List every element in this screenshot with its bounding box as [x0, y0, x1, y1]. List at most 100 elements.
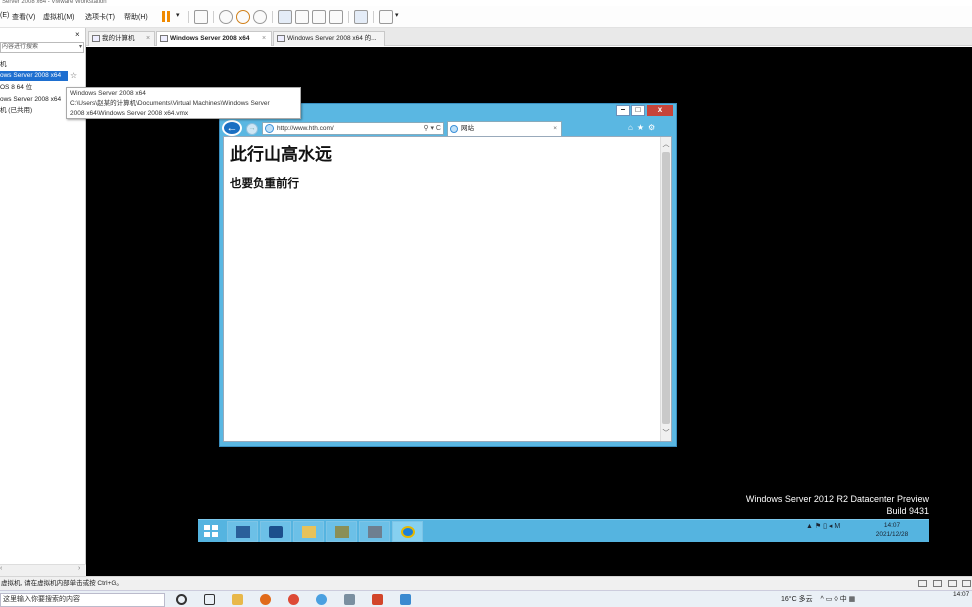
explorer-button[interactable]	[293, 521, 324, 542]
tab-bar: 我的计算机 × Windows Server 2008 x64 × Window…	[0, 28, 972, 46]
tray-icons[interactable]: ^ ▭ ◊ 中 ▦	[821, 596, 856, 603]
weather-text[interactable]: 16°C 多云	[781, 596, 813, 603]
chevron-up-icon[interactable]: ︿	[661, 139, 671, 150]
chevron-right-icon[interactable]: ›	[78, 565, 80, 572]
send-keys-icon[interactable]	[194, 10, 208, 24]
folder-icon	[302, 526, 316, 538]
address-controls[interactable]: ⚲ ▾ C	[423, 123, 441, 134]
unity-icon[interactable]	[329, 10, 343, 24]
close-icon[interactable]: ×	[553, 122, 557, 136]
close-icon[interactable]: ×	[262, 32, 266, 45]
guest-clock[interactable]: 14:07 2021/12/28	[871, 521, 913, 539]
task-view-icon[interactable]	[204, 594, 215, 605]
close-button[interactable]: x	[647, 105, 673, 116]
powershell-button[interactable]	[260, 521, 291, 542]
ie-toolbar-icons[interactable]: ⌂★⚙	[628, 123, 659, 132]
app-icon	[368, 526, 382, 538]
page-scrollbar[interactable]: ︿ ﹀	[660, 137, 671, 441]
library-scrollbar[interactable]: ‹ ›	[0, 564, 86, 576]
host-clock[interactable]: 14:07	[953, 591, 969, 599]
maximize-button[interactable]: □	[631, 105, 645, 116]
device-icon[interactable]	[948, 580, 957, 587]
search-app-icon[interactable]	[260, 594, 271, 605]
thumbnail-icon[interactable]	[295, 10, 309, 24]
ie-icon	[450, 125, 458, 133]
console-view-icon[interactable]	[354, 10, 368, 24]
computer-icon	[92, 35, 100, 42]
chevron-down-icon[interactable]: ﹀	[661, 428, 671, 439]
stretch-icon[interactable]	[379, 10, 393, 24]
ie-tab[interactable]: 网站 ×	[447, 121, 562, 136]
menu-bar: (E) 查看(V) 虚拟机(M) 选项卡(T) 帮助(H) ▾ ▾	[0, 6, 972, 28]
tab-windows-server-clone[interactable]: Windows Server 2008 x64 的...	[273, 31, 385, 46]
powerpoint-icon[interactable]	[372, 594, 383, 605]
menu-help[interactable]: 帮助(H)	[124, 12, 148, 22]
vm-icon	[277, 35, 285, 42]
guest-tray[interactable]: ▲ ⚑ ▯ ◂ M	[806, 522, 840, 530]
revert-snapshot-icon[interactable]	[236, 10, 250, 24]
tab-windows-server[interactable]: Windows Server 2008 x64 ×	[156, 31, 272, 46]
vmware-icon[interactable]	[344, 594, 355, 605]
scroll-thumb[interactable]	[662, 152, 670, 424]
chevron-down-icon[interactable]: ▾	[395, 11, 399, 19]
search-placeholder: 内容进行搜索	[2, 44, 39, 50]
snapshot-manager-icon[interactable]	[253, 10, 267, 24]
menu-edit[interactable]: (E)	[0, 12, 9, 19]
ie-taskbar-button[interactable]	[392, 521, 423, 542]
browser-icon[interactable]	[316, 594, 327, 605]
pause-icon[interactable]	[162, 11, 165, 22]
back-button[interactable]: ←	[222, 120, 242, 136]
app-icon[interactable]	[400, 594, 411, 605]
minimize-button[interactable]: –	[616, 105, 630, 116]
windows-watermark: Windows Server 2012 R2 Datacenter Previe…	[679, 493, 929, 517]
close-icon[interactable]: ×	[146, 32, 150, 45]
tooltip-path: C:\Users\赵某的计算机\Documents\Virtual Machin…	[70, 100, 270, 107]
toolbar-divider	[213, 11, 214, 23]
library-search-input[interactable]: 内容进行搜索 ▾	[0, 42, 84, 53]
server-manager-button[interactable]	[227, 521, 258, 542]
snapshot-icon[interactable]	[219, 10, 233, 24]
ie-tab-title: 网站	[461, 125, 474, 132]
tab-my-computer[interactable]: 我的计算机 ×	[88, 31, 155, 46]
app-button[interactable]	[326, 521, 357, 542]
fullscreen-icon[interactable]	[312, 10, 326, 24]
favorites-icon[interactable]: ★	[637, 123, 648, 132]
guest-taskbar: ▲ ⚑ ▯ ◂ M 14:07 2021/12/28	[198, 519, 929, 542]
device-icon[interactable]	[962, 580, 971, 587]
app-button-2[interactable]	[359, 521, 390, 542]
address-bar[interactable]: http://www.hth.com/ ⚲ ▾ C	[262, 122, 444, 135]
vm-console[interactable]: – □ x ← → http://www.hth.com/ ⚲ ▾ C 网站 ×…	[86, 47, 972, 576]
cortana-icon[interactable]	[176, 594, 187, 605]
chevron-down-icon[interactable]: ▾	[79, 43, 82, 52]
device-icon[interactable]	[918, 580, 927, 587]
chevron-down-icon[interactable]: ▾	[176, 11, 180, 19]
host-tray[interactable]: 16°C 多云 ^ ▭ ◊ 中 ▦	[781, 594, 855, 604]
home-icon[interactable]: ⌂	[628, 123, 637, 132]
guest-clock-time: 14:07	[883, 522, 901, 529]
menu-tabs[interactable]: 选项卡(T)	[85, 12, 115, 22]
windows-start-icon[interactable]	[204, 525, 218, 537]
watermark-build: Build 9431	[886, 506, 929, 516]
forward-button[interactable]: →	[246, 123, 258, 135]
menu-vm[interactable]: 虚拟机(M)	[43, 12, 75, 22]
chevron-left-icon[interactable]: ‹	[0, 565, 2, 572]
gear-icon[interactable]: ⚙	[648, 123, 659, 132]
tooltip-path-cont: 2008 x64\Windows Server 2008 x64.vmx	[70, 110, 189, 117]
host-search-input[interactable]: 这里输入你要搜索的内容	[0, 593, 165, 607]
chrome-icon[interactable]	[288, 594, 299, 605]
folder-icon[interactable]	[232, 594, 243, 605]
powershell-icon	[269, 526, 283, 538]
toolbar-divider	[373, 11, 374, 23]
close-icon[interactable]: ×	[75, 30, 80, 39]
library-item-selected[interactable]: ows Server 2008 x64	[0, 71, 68, 81]
star-icon[interactable]: ☆	[70, 71, 77, 80]
guest-clock-date: 2021/12/28	[875, 531, 909, 538]
menu-view[interactable]: 查看(V)	[12, 12, 35, 22]
ie-window: – □ x ← → http://www.hth.com/ ⚲ ▾ C 网站 ×…	[219, 103, 677, 447]
library-item[interactable]: 机	[0, 60, 84, 70]
tab-label: 我的计算机	[102, 35, 135, 42]
toolbar-divider	[188, 11, 189, 23]
sidebar-toggle-icon[interactable]	[278, 10, 292, 24]
tab-label: Windows Server 2008 x64	[170, 35, 250, 42]
device-icon[interactable]	[933, 580, 942, 587]
